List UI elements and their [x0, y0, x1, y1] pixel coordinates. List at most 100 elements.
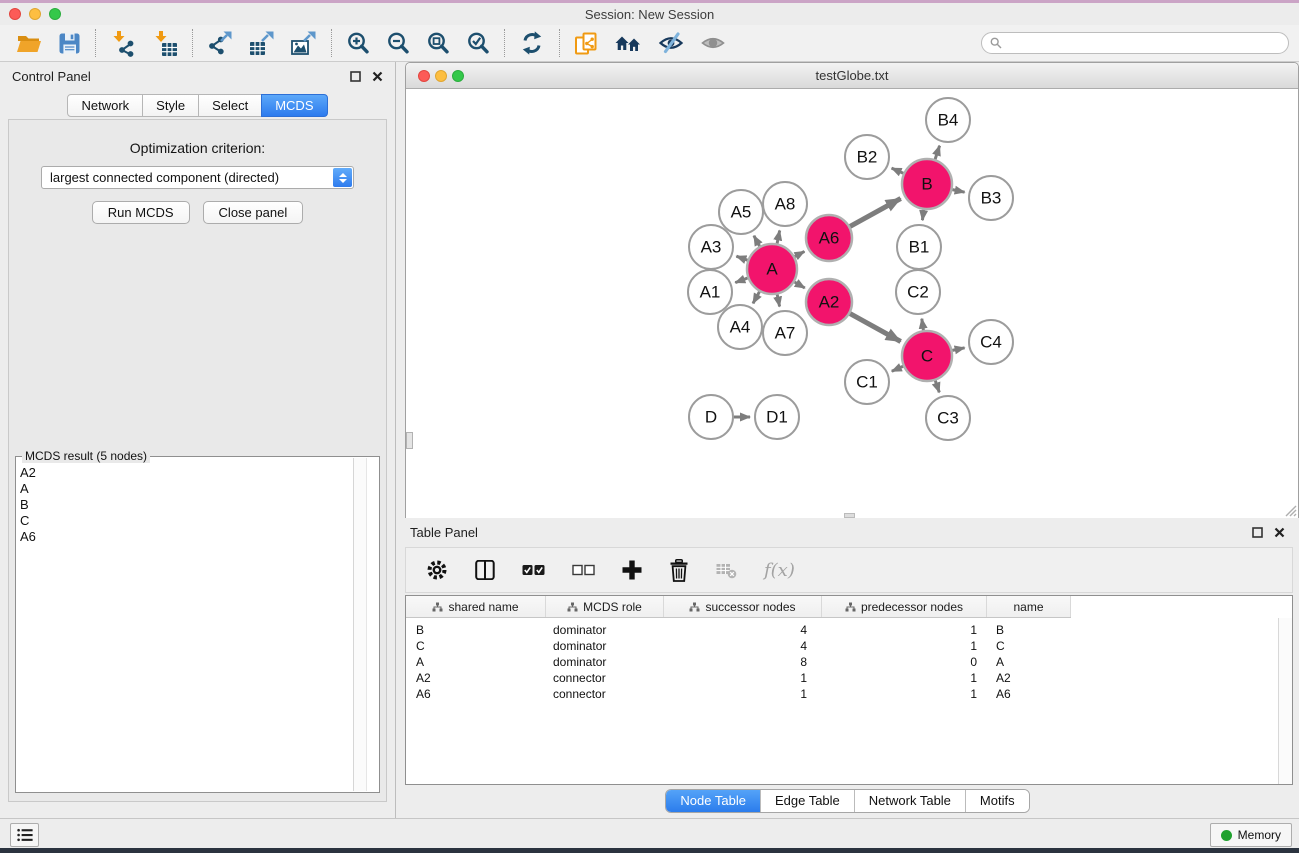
graph-node-a3[interactable]: A3: [689, 225, 733, 269]
column-header-shared-name[interactable]: shared name: [406, 596, 546, 617]
graph-edge-b-b1[interactable]: [922, 210, 923, 220]
run-mcds-button[interactable]: Run MCDS: [92, 201, 190, 224]
graph-edge-c-c2[interactable]: [922, 319, 924, 331]
graph-edge-b-b2[interactable]: [892, 168, 904, 173]
graph-node-b1[interactable]: B1: [897, 225, 941, 269]
graph-edge-a-a8[interactable]: [777, 231, 780, 244]
mcds-result-item-b[interactable]: B: [20, 497, 379, 513]
float-table-panel-button[interactable]: [1252, 527, 1263, 538]
zoom-out-button[interactable]: [378, 26, 418, 60]
graph-node-d1[interactable]: D1: [755, 395, 799, 439]
close-panel-button[interactable]: [372, 71, 383, 82]
zoom-selected-button[interactable]: [458, 26, 498, 60]
graph-node-a5[interactable]: A5: [719, 190, 763, 234]
table-scrollbar[interactable]: [1278, 618, 1292, 784]
import-table-button[interactable]: [144, 26, 186, 60]
tab-mcds[interactable]: MCDS: [261, 94, 327, 117]
zoom-fit-button[interactable]: [418, 26, 458, 60]
graph-edge-a2-c[interactable]: [850, 314, 901, 342]
graph-node-c3[interactable]: C3: [926, 396, 970, 440]
tab-node-table[interactable]: Node Table: [666, 790, 760, 812]
graph-edge-a6-b[interactable]: [850, 199, 901, 227]
graph-edge-a-a5[interactable]: [754, 236, 760, 247]
hide-selected-button[interactable]: [650, 26, 692, 60]
delete-column-button[interactable]: [669, 559, 689, 582]
column-header-predecessor-nodes[interactable]: predecessor nodes: [822, 596, 987, 617]
mcds-result-item-a2[interactable]: A2: [20, 465, 379, 481]
graph-edge-a-a6[interactable]: [795, 251, 805, 256]
graph-node-a1[interactable]: A1: [688, 270, 732, 314]
tab-style[interactable]: Style: [142, 94, 199, 117]
optimization-criterion-select[interactable]: largest connected component (directed): [41, 166, 354, 189]
delete-table-button[interactable]: [716, 561, 737, 579]
table-row-a6[interactable]: A6connector11A6: [406, 686, 1292, 702]
zoom-in-button[interactable]: [338, 26, 378, 60]
export-table-button[interactable]: [241, 26, 283, 60]
graph-node-b3[interactable]: B3: [969, 176, 1013, 220]
network-window-titlebar[interactable]: testGlobe.txt: [406, 63, 1298, 89]
mcds-result-item-a[interactable]: A: [20, 481, 379, 497]
column-header-successor-nodes[interactable]: successor nodes: [664, 596, 822, 617]
tab-select[interactable]: Select: [198, 94, 262, 117]
graph-node-b2[interactable]: B2: [845, 135, 889, 179]
graph-node-a4[interactable]: A4: [718, 305, 762, 349]
mcds-result-item-a6[interactable]: A6: [20, 529, 379, 545]
close-panel-action-button[interactable]: Close panel: [203, 201, 304, 224]
memory-button[interactable]: Memory: [1210, 823, 1292, 847]
graph-node-a6[interactable]: A6: [806, 215, 852, 261]
deselect-all-button[interactable]: [572, 564, 595, 576]
graph-node-a8[interactable]: A8: [763, 182, 807, 226]
graph-node-a[interactable]: A: [747, 244, 797, 294]
show-columns-button[interactable]: [475, 560, 495, 580]
tab-network-table[interactable]: Network Table: [854, 790, 965, 812]
graph-edge-b-b4[interactable]: [935, 146, 940, 160]
table-row-a2[interactable]: A2connector11A2: [406, 670, 1292, 686]
export-network-button[interactable]: [199, 26, 241, 60]
resize-grip-icon[interactable]: [1284, 504, 1297, 517]
graph-node-a7[interactable]: A7: [763, 311, 807, 355]
graph-edge-a-a7[interactable]: [777, 295, 779, 307]
graph-edge-a-a1[interactable]: [735, 278, 747, 283]
mcds-result-item-c[interactable]: C: [20, 513, 379, 529]
graph-edge-b-b3[interactable]: [952, 190, 964, 193]
graph-edge-c-c3[interactable]: [935, 381, 939, 393]
search-input[interactable]: [981, 32, 1289, 54]
table-row-b[interactable]: Bdominator41B: [406, 622, 1292, 638]
save-session-button[interactable]: [50, 26, 89, 60]
show-all-button[interactable]: [692, 26, 734, 60]
close-table-panel-button[interactable]: [1274, 527, 1285, 538]
refresh-layout-button[interactable]: [511, 26, 553, 60]
function-builder-button[interactable]: f(x): [764, 560, 795, 581]
graph-node-a2[interactable]: A2: [806, 279, 852, 325]
graph-edge-c-c4[interactable]: [952, 348, 964, 351]
network-canvas[interactable]: B4 B2 B B3 A5A8A6 A3 A B1 A1 A2 C2 A4A7 C4 C C1 C3 D D1: [406, 89, 1298, 518]
graph-edge-a-a2[interactable]: [795, 282, 805, 288]
table-settings-button[interactable]: [426, 559, 448, 581]
graph-node-c[interactable]: C: [902, 331, 952, 381]
tab-edge-table[interactable]: Edge Table: [760, 790, 854, 812]
copy-network-button[interactable]: [566, 26, 607, 60]
graph-node-c4[interactable]: C4: [969, 320, 1013, 364]
column-header-mcds-role[interactable]: MCDS role: [546, 596, 664, 617]
float-panel-button[interactable]: [350, 71, 361, 82]
graph-edge-c-c1[interactable]: [892, 366, 903, 371]
export-image-button[interactable]: [283, 26, 325, 60]
graph-node-c1[interactable]: C1: [845, 360, 889, 404]
tab-motifs[interactable]: Motifs: [965, 790, 1029, 812]
graph-node-b[interactable]: B: [902, 159, 952, 209]
graph-edge-a-a3[interactable]: [736, 256, 747, 260]
houses-button[interactable]: [607, 26, 650, 60]
graph-edge-a-a4[interactable]: [753, 292, 759, 304]
graph-node-c2[interactable]: C2: [896, 270, 940, 314]
select-all-button[interactable]: [522, 564, 545, 576]
canvas-scroll-hint[interactable]: [406, 432, 413, 449]
add-column-button[interactable]: [622, 560, 642, 580]
network-graph[interactable]: B4 B2 B B3 A5A8A6 A3 A B1 A1 A2 C2 A4A7 C4 C C1 C3 D D1: [406, 89, 1298, 518]
graph-node-d[interactable]: D: [689, 395, 733, 439]
column-header-name[interactable]: name: [987, 596, 1071, 617]
graph-node-b4[interactable]: B4: [926, 98, 970, 142]
table-row-c[interactable]: Cdominator41C: [406, 638, 1292, 654]
import-network-button[interactable]: [102, 26, 144, 60]
task-history-button[interactable]: [10, 823, 39, 847]
table-row-a[interactable]: Adominator80A: [406, 654, 1292, 670]
